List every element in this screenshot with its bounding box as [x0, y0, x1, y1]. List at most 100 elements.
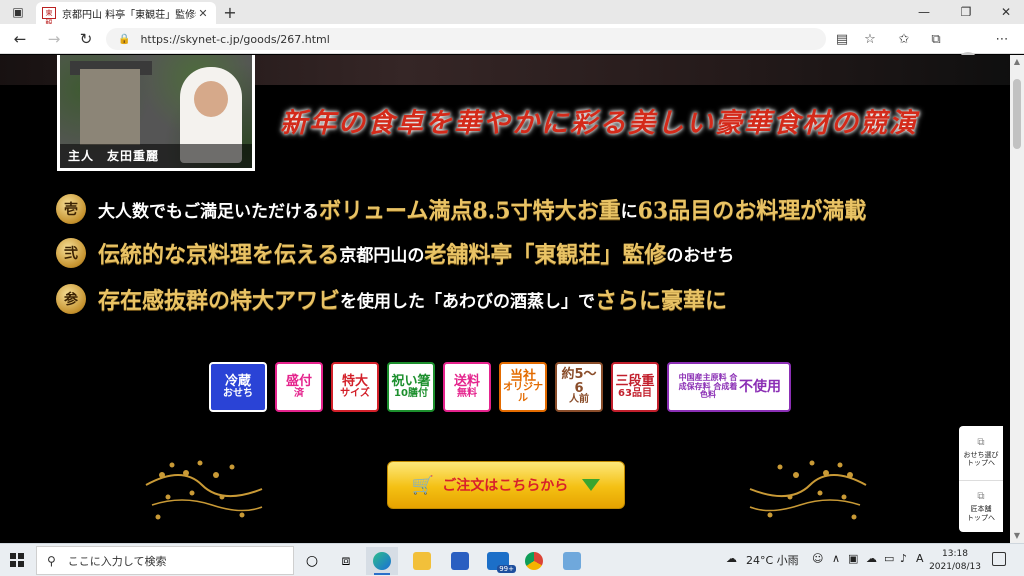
close-tab-icon[interactable]: ✕ — [196, 7, 210, 20]
scroll-down-icon[interactable]: ▼ — [1010, 529, 1024, 543]
weather-text[interactable]: 24°C 小雨 — [746, 552, 799, 568]
tray-chevron-icon[interactable]: ∧ — [832, 552, 840, 565]
tag-label: 三段重 — [615, 373, 655, 389]
feature-highlight: 伝統的な京料理を伝える — [98, 242, 340, 268]
page-headline: 新年の食卓を華やかに彩る美しい豪華食材の競演 — [280, 108, 918, 139]
feature-highlight: さらに豪華に — [595, 288, 728, 314]
tag-detail: 63品目 — [618, 387, 652, 399]
store-icon[interactable] — [444, 547, 476, 575]
file-explorer-icon[interactable] — [406, 547, 438, 575]
feature-line-2: 弐 伝統的な京料理を伝える 京都円山の 老舗料亭「東観荘」監修 のおせち — [56, 235, 734, 271]
tag-label: 冷蔵 — [224, 373, 251, 389]
system-clock[interactable]: 13:18 2021/08/13 — [928, 548, 982, 574]
mail-icon[interactable]: 99+ — [480, 547, 516, 575]
favicon-icon: 東観 — [42, 7, 56, 27]
lock-icon: 🔒 — [118, 33, 131, 45]
clock-time: 13:18 — [942, 549, 968, 559]
photo-caption: 主人 友田重麗 — [60, 144, 252, 168]
tag-detail: オリジナル — [503, 382, 543, 404]
scroll-up-icon[interactable]: ▲ — [1010, 55, 1024, 69]
forward-button[interactable]: → — [40, 27, 68, 51]
notification-icon[interactable] — [992, 552, 1006, 566]
tag-detail: 中国産主原料 合成保存料 合成着色料 — [678, 373, 738, 400]
tag-detail: 10膳付 — [394, 387, 428, 399]
chef-photo: 主人 友田重麗 — [57, 55, 255, 171]
order-button[interactable]: 🛒 ご注文はこちらから — [387, 461, 625, 509]
more-menu-icon[interactable]: ⋯ — [990, 28, 1014, 50]
side-navigation-widget: ⧉ おせち選び トップへ ⧉ 匠本舗 トップへ — [959, 426, 1003, 532]
close-window-button[interactable]: ✕ — [986, 0, 1024, 24]
page-scrollbar[interactable]: ▲ ▼ — [1010, 55, 1024, 543]
collections-icon[interactable]: ⧉ — [924, 28, 948, 50]
feature-text: のおせち — [666, 245, 735, 266]
feature-text: を使用した「あわびの酒蒸し」で — [340, 291, 596, 312]
favorite-star-icon[interactable]: ☆ — [858, 28, 882, 50]
feature-badge: 弐 — [56, 238, 86, 268]
external-link-icon: ⧉ — [977, 436, 985, 448]
search-icon: ⚲ — [47, 553, 56, 568]
side-link-label: おせち選び トップへ — [963, 450, 999, 467]
tag-label: 盛付 — [285, 373, 312, 389]
side-link-label: 匠本舗 トップへ — [967, 505, 995, 522]
cart-icon: 🛒 — [411, 474, 435, 496]
tag-label: 特大 — [341, 373, 368, 389]
feature-highlight: 存在感抜群の特大アワビ — [98, 288, 341, 314]
new-tab-button[interactable]: + — [220, 2, 240, 22]
people-icon[interactable]: ☺ — [812, 552, 823, 565]
weather-icon[interactable]: ☁ — [726, 552, 737, 565]
start-button[interactable] — [10, 553, 24, 567]
cloud-icon[interactable]: ☁ — [866, 552, 877, 565]
task-view-icon[interactable]: ⧈ — [330, 547, 362, 575]
gold-branch-ornament-right — [749, 460, 867, 520]
tag-label: 祝い箸 — [391, 373, 431, 389]
feature-badge: 壱 — [56, 194, 86, 224]
browser-tab[interactable]: 東観 京都円山 料亭「東観荘」監修特大 ✕ — [36, 2, 216, 27]
osechi-top-link[interactable]: ⧉ おせち選び トップへ — [959, 426, 1003, 478]
volume-icon[interactable]: ♪ — [900, 552, 907, 565]
reader-view-icon[interactable]: ▤ — [830, 28, 854, 50]
external-link-icon: ⧉ — [977, 491, 985, 503]
takumi-top-link[interactable]: ⧉ 匠本舗 トップへ — [959, 480, 1003, 532]
chrome-icon[interactable] — [518, 547, 550, 575]
scroll-thumb[interactable] — [1013, 79, 1021, 149]
ime-indicator[interactable]: A — [916, 552, 924, 565]
feature-line-3: 参 存在感抜群の特大アワビ を使用した「あわびの酒蒸し」で さらに豪華に — [56, 281, 727, 317]
tag-label: 約5〜6 — [561, 367, 597, 396]
address-toolbar: ← → ↻ 🔒 https://skynet-c.jp/goods/267.ht… — [0, 24, 1024, 72]
feature-text: に — [620, 201, 638, 222]
refresh-button[interactable]: ↻ — [72, 27, 100, 51]
clock-date: 2021/08/13 — [929, 562, 981, 572]
mail-badge: 99+ — [497, 565, 516, 573]
feature-highlight: 63品目のお料理が満載 — [637, 198, 867, 224]
back-button[interactable]: ← — [6, 27, 34, 51]
browser-tab-bar: ▣ 東観 京都円山 料亭「東観荘」監修特大 ✕ + — ❐ ✕ — [0, 0, 1024, 27]
tag-detail: 無料 — [457, 387, 477, 399]
feature-tags: 冷蔵 おせち 盛付済 特大 サイズ 祝い箸 10膳付 送料 無料 当社 オリジナル 約5〜6 人前 三段重… — [209, 362, 799, 412]
tag-detail: サイズ — [340, 387, 370, 399]
favorites-list-icon[interactable]: ✩ — [892, 28, 916, 50]
gold-branch-ornament-left — [145, 460, 263, 520]
feature-badge: 参 — [56, 284, 86, 314]
cortana-icon[interactable]: ○ — [296, 547, 328, 575]
feature-line-1: 壱 大人数でもご満足いただける ボリューム満点8.5寸特大お重 に 63品目のお… — [56, 191, 866, 227]
edge-taskbar-icon[interactable] — [366, 547, 398, 575]
address-field[interactable]: 🔒 https://skynet-c.jp/goods/267.html — [106, 28, 826, 50]
search-placeholder: ここに入力して検索 — [67, 554, 167, 568]
minimize-button[interactable]: — — [904, 0, 944, 24]
tag-detail: 人前 — [569, 394, 589, 406]
feature-highlight: 老舗料亭「東観荘」監修 — [424, 242, 667, 268]
app-icon[interactable] — [556, 547, 588, 575]
taskbar-search[interactable]: ⚲ ここに入力して検索 — [36, 546, 294, 575]
web-page: 主人 友田重麗 新年の食卓を華やかに彩る美しい豪華食材の競演 壱 大人数でもご満… — [0, 55, 1010, 543]
battery-icon[interactable]: ▭ — [884, 552, 894, 565]
feature-tag: 送料 無料 — [443, 362, 491, 412]
tab-actions-icon[interactable]: ▣ — [6, 0, 30, 24]
down-arrow-icon — [582, 479, 601, 491]
feature-highlight: ボリューム満点8.5寸特大お重 — [319, 198, 621, 224]
feature-tag: 冷蔵 おせち — [209, 362, 267, 412]
feature-tag: 中国産主原料 合成保存料 合成着色料 不使用 — [667, 362, 791, 412]
app-tray-icon[interactable]: ▣ — [848, 552, 858, 565]
feature-tag: 盛付済 — [275, 362, 323, 412]
maximize-button[interactable]: ❐ — [946, 0, 986, 24]
feature-tag: 当社 オリジナル — [499, 362, 547, 412]
